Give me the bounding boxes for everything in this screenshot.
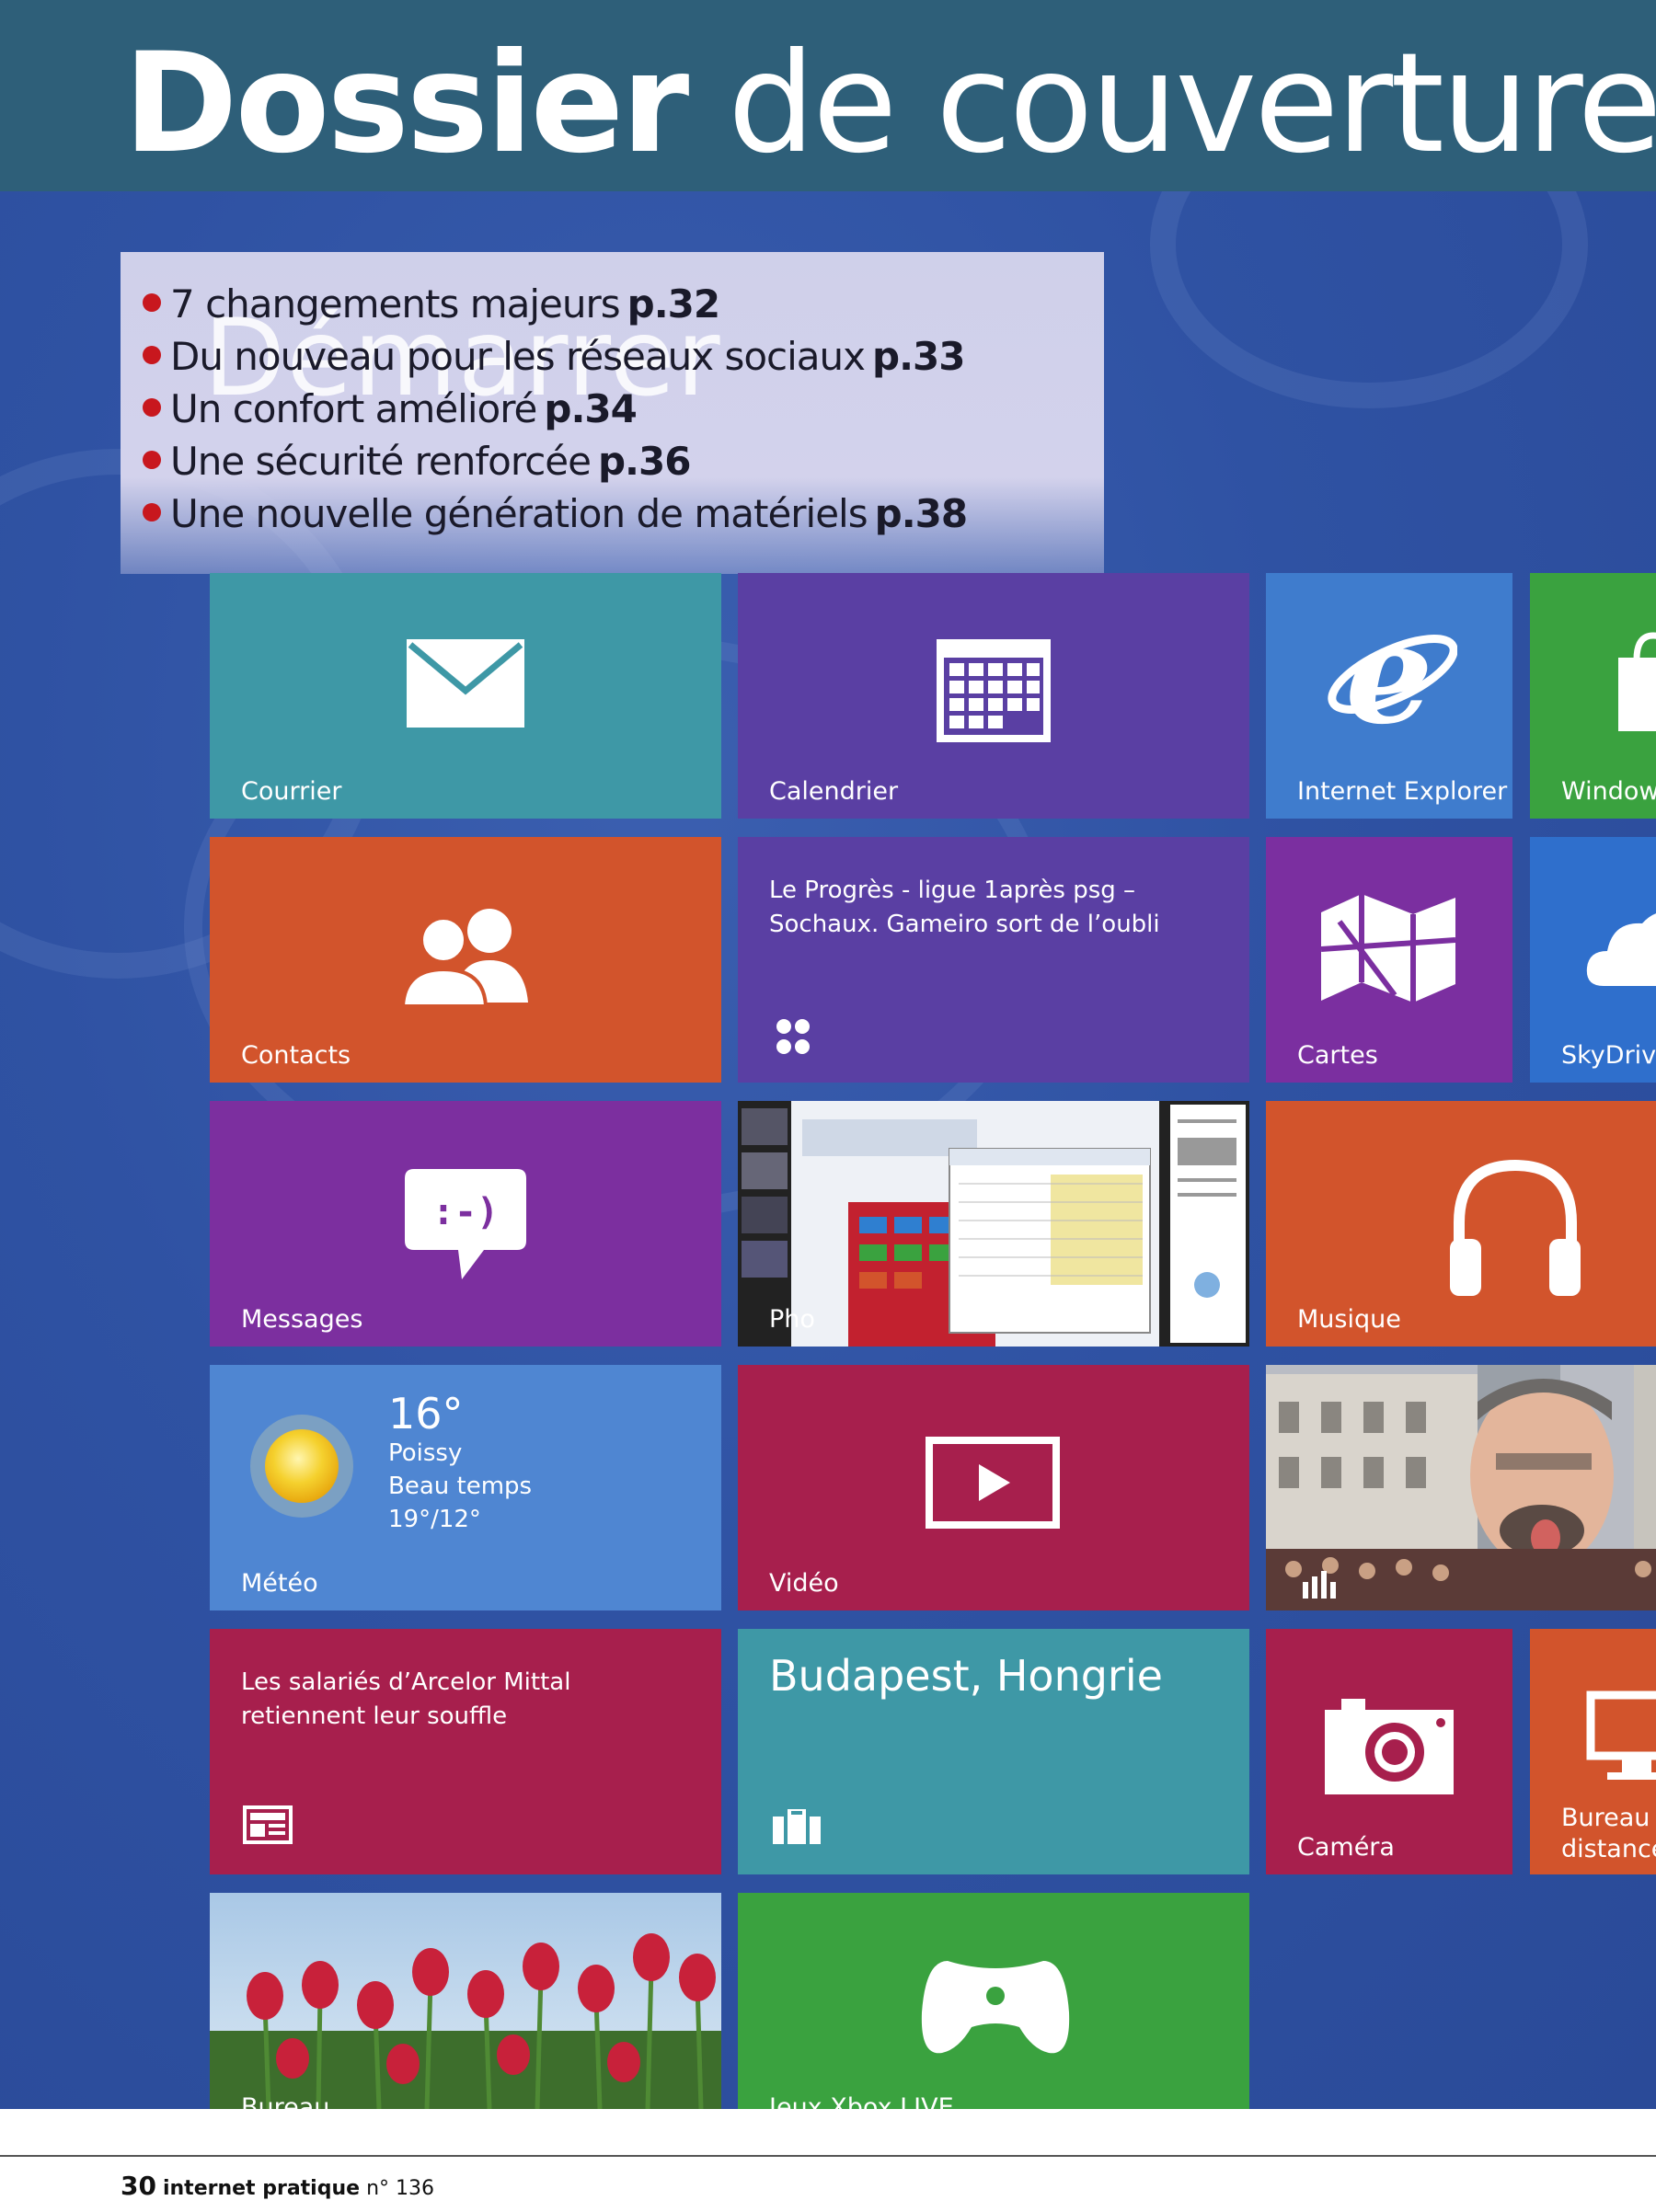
summary-item: Une nouvelle génération de matériels p.38: [143, 487, 968, 540]
cloud-icon: [1586, 913, 1656, 986]
tile-voyage[interactable]: Budapest, Hongrie: [738, 1629, 1249, 1874]
weather-range: 19°/12°: [388, 1506, 481, 1533]
tile-label: Musique: [1297, 1305, 1401, 1334]
weather-condition: Beau temps: [388, 1473, 533, 1500]
magazine-name: internet pratique: [162, 2177, 361, 2200]
tile-internet-explorer[interactable]: e Internet Explorer: [1266, 573, 1512, 819]
mail-icon: [407, 639, 524, 728]
tile-calendrier[interactable]: Calendrier: [738, 573, 1249, 819]
travel-destination: Budapest, Hongrie: [769, 1651, 1163, 1701]
bullet-icon: [143, 346, 161, 364]
tile-label: Calendrier: [769, 777, 899, 806]
bullet-icon: [143, 398, 161, 417]
calendar-icon: [937, 639, 1051, 742]
tile-label: Windows: [1561, 777, 1656, 806]
svg-text::-): :-): [432, 1191, 499, 1233]
summary-item: Une sécurité renforcée p.36: [143, 435, 967, 487]
tile-courrier[interactable]: Courrier: [210, 573, 721, 819]
tile-photos[interactable]: Pho: [738, 1101, 1249, 1347]
tile-meteo[interactable]: 16° Poissy Beau temps 19°/12° Météo: [210, 1365, 721, 1610]
sport-icon: [776, 1019, 810, 1054]
headphones-icon: [1450, 1159, 1581, 1296]
weather-info: 16° Poissy Beau temps 19°/12°: [388, 1391, 532, 1536]
tile-news-economy[interactable]: Les salariés d’Arcelor Mittal retiennent…: [210, 1629, 721, 1874]
bullet-icon: [143, 451, 161, 469]
summary-item: 7 changements majeurs p.32: [143, 278, 967, 330]
tile-news-sport[interactable]: Le Progrès - ligue 1après psg – Sochaux.…: [738, 837, 1249, 1083]
summary-list: 7 changements majeurs p.32 Du nouveau pou…: [143, 278, 968, 540]
tile-label: Cartes: [1297, 1041, 1378, 1070]
background-swirl: [1150, 191, 1588, 408]
page-footer: 30 internet pratique n° 136: [121, 2171, 434, 2201]
tile-bureau[interactable]: Bureau: [210, 1893, 721, 2109]
sun-icon: [250, 1415, 353, 1518]
tile-musique[interactable]: Musique: [1266, 1101, 1656, 1347]
chat-bubble-icon: :-): [405, 1169, 526, 1279]
tile-label: Courrier: [241, 777, 342, 806]
issue-number: n° 136: [366, 2177, 434, 2200]
tile-contacts[interactable]: Contacts: [210, 837, 721, 1083]
tile-label: Internet Explorer: [1297, 777, 1508, 806]
newspaper-icon: [243, 1805, 293, 1844]
shopping-bag-icon: [1618, 632, 1656, 731]
weather-city: Poissy: [388, 1439, 463, 1467]
camera-icon: [1325, 1699, 1454, 1794]
tile-label: Pho: [769, 1305, 815, 1334]
tile-remote-desktop[interactable]: Bureau à distance: [1530, 1629, 1656, 1874]
tile-video[interactable]: Vidéo: [738, 1365, 1249, 1610]
weather-temperature: 16°: [388, 1389, 464, 1438]
tile-label: SkyDrive: [1561, 1041, 1656, 1070]
summary-box: Démarrer 7 changements majeurs p.32 Du no…: [121, 252, 1104, 574]
tile-store[interactable]: Windows: [1530, 573, 1656, 819]
game-controller-icon: [921, 1961, 1070, 2054]
tile-label: Météo: [241, 1569, 318, 1598]
tile-messages[interactable]: :-) Messages: [210, 1101, 721, 1347]
news-headline: Les salariés d’Arcelor Mittal retiennent…: [241, 1668, 571, 1730]
summary-item: Un confort amélioré p.34: [143, 383, 967, 435]
summary-item: Du nouveau pour les réseaux sociaux p.33: [143, 330, 967, 383]
tile-label: Vidéo: [769, 1569, 839, 1598]
remote-desktop-icon: [1586, 1691, 1656, 1780]
tile-camera[interactable]: Caméra: [1266, 1629, 1512, 1874]
tile-label: Messages: [241, 1305, 363, 1334]
tile-label: Jeux Xbox LIVE: [769, 2093, 954, 2109]
play-icon: [926, 1437, 1060, 1529]
tile-xbox-games[interactable]: Jeux Xbox LIVE: [738, 1893, 1249, 2109]
people-icon: [400, 909, 528, 1006]
section-title: Dossier de couverture: [123, 24, 1656, 184]
start-screen-illustration: Démarrer 7 changements majeurs p.32 Du no…: [0, 191, 1656, 2109]
section-header: Dossier de couverture: [0, 0, 1656, 191]
internet-explorer-icon: e: [1328, 619, 1457, 748]
bullet-icon: [143, 503, 161, 521]
news-headline: Le Progrès - ligue 1après psg – Sochaux.…: [769, 877, 1160, 938]
page-number: 30: [121, 2171, 156, 2201]
suitcase-icon: [773, 1809, 821, 1844]
bullet-icon: [143, 293, 161, 312]
tile-cartes[interactable]: Cartes: [1266, 837, 1512, 1083]
tile-label: Contacts: [241, 1041, 351, 1070]
tile-label: Bureau: [241, 2093, 330, 2109]
tulips-wallpaper-thumbnail: [210, 1893, 721, 2109]
tile-label: Caméra: [1297, 1833, 1395, 1862]
tile-skydrive[interactable]: SkyDrive: [1530, 837, 1656, 1083]
tile-news-photo[interactable]: [1266, 1365, 1656, 1610]
map-icon: [1321, 894, 1455, 1003]
footer-rule: [0, 2155, 1656, 2157]
news-photo-thumbnail: [1266, 1365, 1656, 1610]
tile-label: Bureau à distance: [1561, 1804, 1656, 1863]
